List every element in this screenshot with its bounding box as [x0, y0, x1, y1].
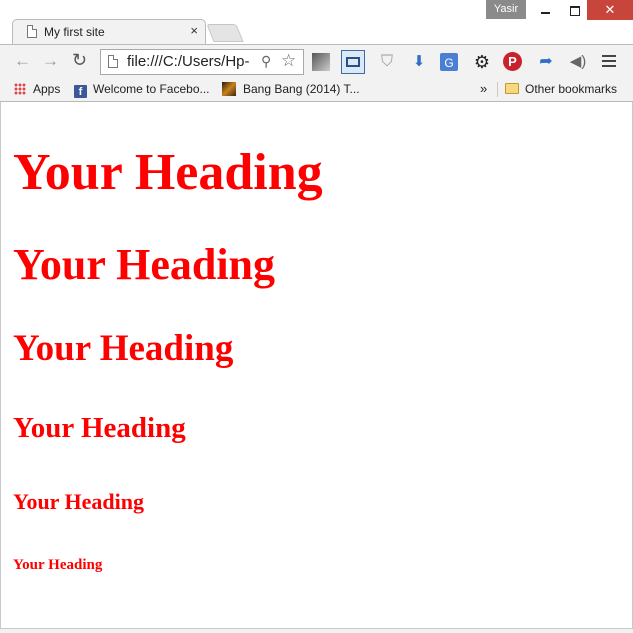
page-icon: [27, 25, 37, 38]
menu-bar: [602, 60, 616, 62]
menu-bar: [602, 55, 616, 57]
toolbar: ← → ↻ file:///C:/Users/Hp- ⚲ ☆ ⛉ ⬇ G ⚙ P…: [0, 44, 633, 78]
extension-gradient-icon[interactable]: [312, 53, 330, 71]
star-icon[interactable]: ☆: [281, 51, 296, 71]
heading-1: Your Heading: [13, 144, 323, 201]
facebook-icon: f: [74, 85, 87, 98]
screen-frame-icon: [346, 57, 360, 67]
new-tab-button[interactable]: [206, 24, 244, 42]
minimize-button[interactable]: [530, 0, 560, 20]
heading-6: Your Heading: [13, 557, 103, 573]
heading-4: Your Heading: [13, 412, 186, 444]
shield-icon[interactable]: ⛉: [377, 52, 397, 72]
tab-close-icon[interactable]: ×: [190, 23, 198, 38]
maximize-button[interactable]: [560, 0, 590, 20]
address-bar[interactable]: file:///C:/Users/Hp- ⚲ ☆: [100, 49, 304, 75]
heading-5: Your Heading: [13, 489, 145, 514]
search-icon[interactable]: ⚲: [261, 53, 271, 70]
window-bottom-edge: [0, 628, 633, 633]
share-arrow-icon[interactable]: ➦: [536, 52, 556, 72]
movie-thumbnail-icon: [222, 82, 236, 96]
maximize-icon: [570, 5, 580, 16]
menu-bar: [602, 65, 616, 67]
bookmark-label: Bang Bang (2014) T...: [243, 82, 360, 96]
heading-2: Your Heading: [13, 240, 276, 289]
url-text[interactable]: file:///C:/Users/Hp-: [127, 53, 257, 70]
forward-button[interactable]: →: [42, 51, 59, 71]
tab-title: My first site: [44, 25, 105, 39]
screen-capture-icon[interactable]: [341, 50, 365, 74]
bookmark-label: Apps: [33, 82, 61, 96]
bookmark-label: Welcome to Facebo...: [93, 82, 210, 96]
bookmarks-bar: Apps f Welcome to Facebo... Bang Bang (20…: [0, 78, 633, 102]
bookmark-apps[interactable]: Apps: [14, 82, 60, 96]
apps-grid-icon: [14, 83, 26, 95]
tab-my-first-site[interactable]: My first site ×: [12, 19, 206, 45]
bookmarks-overflow-button[interactable]: »: [480, 81, 487, 96]
folder-icon: [505, 83, 519, 94]
menu-icon[interactable]: [602, 55, 616, 67]
translate-icon[interactable]: G: [440, 53, 458, 71]
close-window-button[interactable]: ✕: [587, 0, 633, 20]
page-content: Your Heading Your Heading Your Heading Y…: [0, 102, 633, 633]
heading-3: Your Heading: [13, 328, 234, 369]
user-badge[interactable]: Yasir: [486, 0, 526, 19]
bookmark-facebook[interactable]: f Welcome to Facebo...: [74, 82, 210, 98]
bookmarks-divider: [497, 82, 498, 97]
reload-button[interactable]: ↻: [72, 50, 87, 71]
gear-icon[interactable]: ⚙: [472, 52, 492, 72]
minimize-icon: [540, 11, 550, 14]
speaker-icon[interactable]: ◀): [568, 52, 588, 72]
download-icon[interactable]: ⬇: [409, 52, 429, 72]
bookmark-bang-bang[interactable]: Bang Bang (2014) T...: [222, 82, 360, 96]
back-button[interactable]: ←: [14, 51, 31, 71]
bookmark-label: Other bookmarks: [525, 82, 618, 96]
page-icon: [108, 55, 118, 68]
pinterest-icon[interactable]: P: [503, 52, 522, 71]
title-bar: Yasir ✕ My first site ×: [0, 0, 633, 45]
browser-window: Yasir ✕ My first site × ← → ↻ file:///C:…: [0, 0, 633, 633]
bookmark-other-folder[interactable]: Other bookmarks: [505, 82, 617, 96]
